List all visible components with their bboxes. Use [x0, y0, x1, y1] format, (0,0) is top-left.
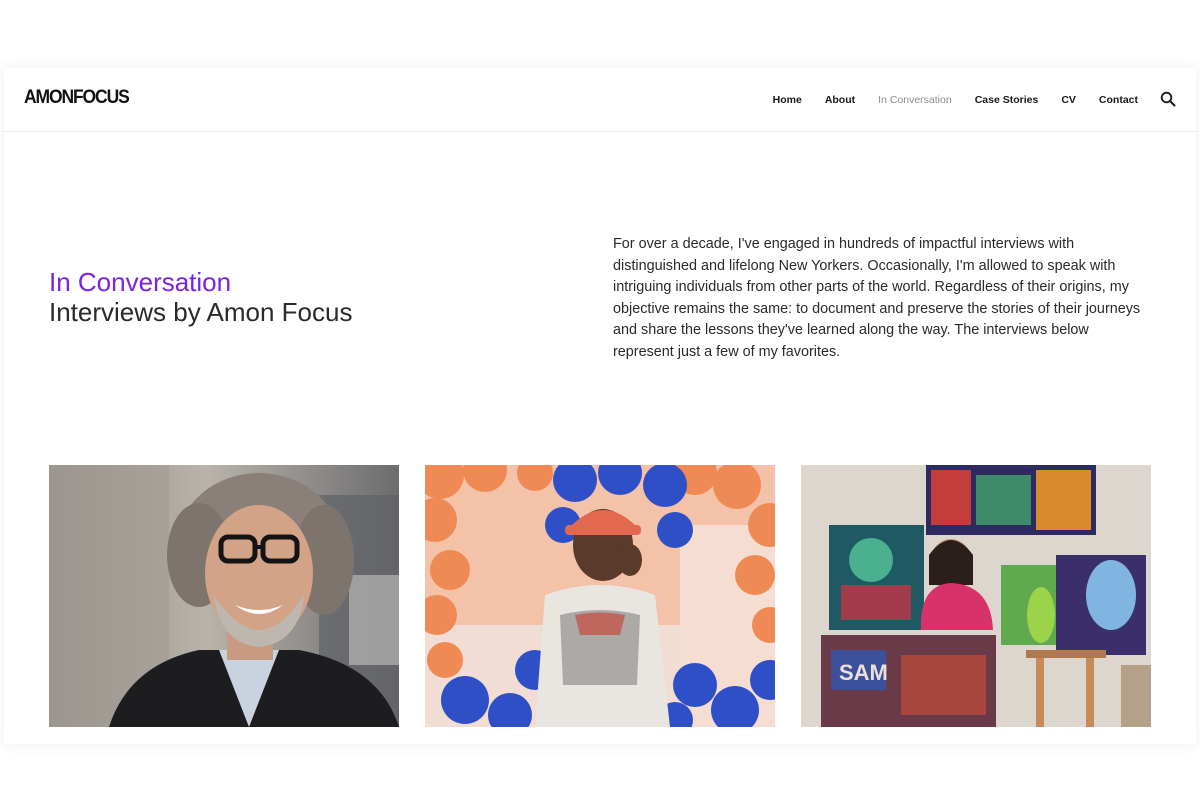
nav-item-contact[interactable]: Contact: [1099, 94, 1138, 106]
page-title: In Conversation: [49, 267, 232, 297]
search-button[interactable]: [1160, 91, 1176, 107]
interview-grid: SAM: [49, 465, 1151, 727]
site-logo[interactable]: AMONFOCUS: [24, 87, 130, 109]
nav-item-in-conversation[interactable]: In Conversation: [878, 94, 952, 106]
nav-item-home[interactable]: Home: [773, 94, 802, 106]
interview-card-2[interactable]: [425, 465, 775, 727]
intro-paragraph: For over a decade, I've engaged in hundr…: [613, 236, 1141, 360]
search-icon: [1160, 91, 1176, 107]
interview-card-1[interactable]: [49, 465, 399, 727]
site-header: AMONFOCUS Home About In Conversation Cas…: [4, 68, 1196, 132]
svg-text:SAM: SAM: [839, 660, 888, 685]
interview-card-3[interactable]: SAM: [801, 465, 1151, 727]
interview-photo-3: SAM: [801, 465, 1151, 727]
page-heading: In Conversation Interviews by Amon Focus: [49, 267, 352, 327]
page-subtitle: Interviews by Amon Focus: [49, 297, 353, 327]
nav-item-about[interactable]: About: [825, 94, 855, 106]
nav-item-case-stories[interactable]: Case Stories: [975, 94, 1039, 106]
page-frame: AMONFOCUS Home About In Conversation Cas…: [4, 68, 1196, 744]
interview-photo-1: [49, 465, 399, 727]
interview-photo-2: [425, 465, 775, 727]
main-nav: Home About In Conversation Case Stories …: [750, 68, 1138, 132]
nav-item-cv[interactable]: CV: [1061, 94, 1076, 106]
